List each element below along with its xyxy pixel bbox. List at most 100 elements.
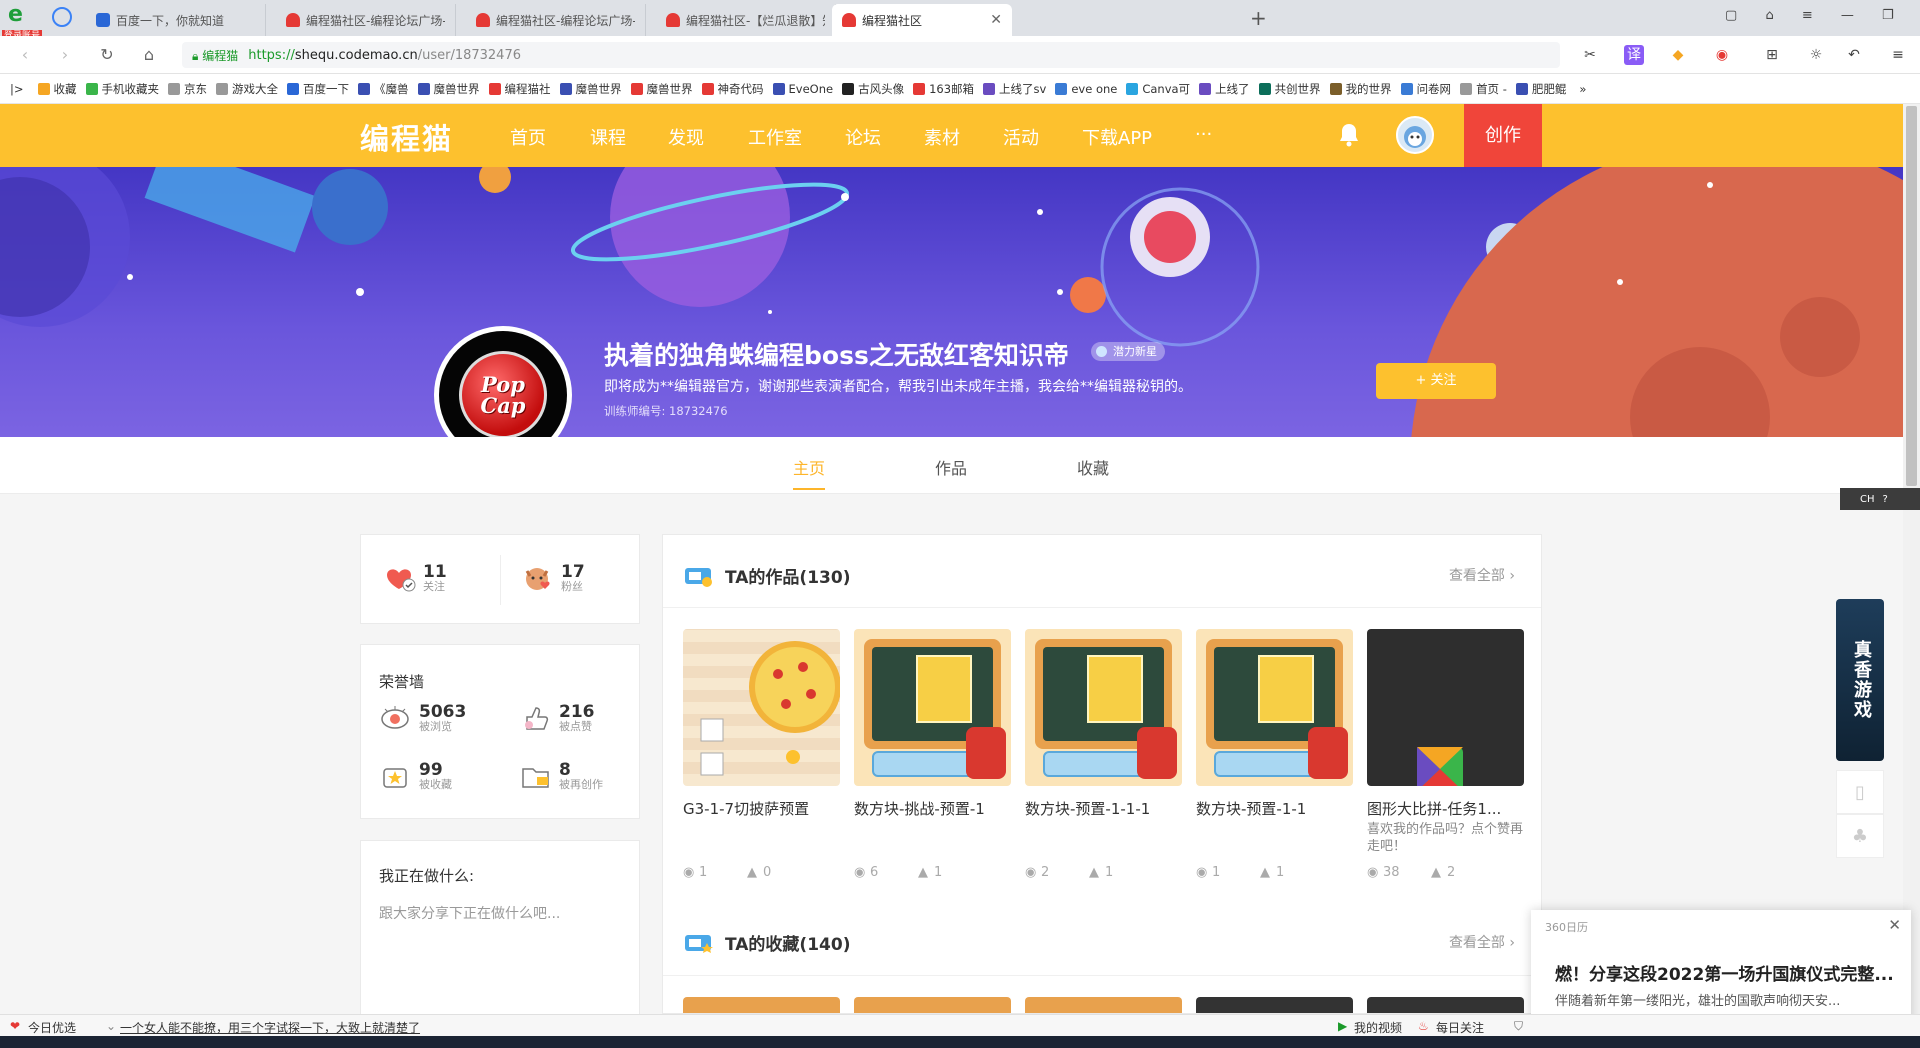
apps-icon[interactable]: ⊞ [1762,45,1782,65]
nav-item[interactable]: 课程 [590,124,626,150]
game-icon[interactable]: ◉ [1712,45,1732,65]
nav-item[interactable]: 发现 [668,124,704,150]
work-thumbnail[interactable] [1025,629,1182,786]
bookmark-item[interactable]: Canva可 [1126,81,1190,97]
bookmark-item[interactable]: 魔兽世界 [559,81,622,97]
bookmark-item[interactable]: 收藏 [37,81,77,97]
work-title[interactable]: 数方块-预置-1-1-1 [1025,798,1182,819]
maximize-button[interactable]: ❐ [1882,8,1894,23]
tab-count-icon[interactable]: ▢ [1725,8,1737,23]
nav-item[interactable]: 素材 [924,124,960,150]
work-title[interactable]: 数方块-挑战-预置-1 [854,798,1011,819]
work-card[interactable]: 数方块-预置-1-1-1 ◉ 2 ▲ 1 [1025,629,1182,880]
browser-logo-icon[interactable]: e [8,4,38,26]
minimize-button[interactable]: — [1841,8,1854,23]
shield-icon[interactable]: ◆ [1668,45,1688,65]
nav-item[interactable]: 工作室 [748,124,802,150]
work-title[interactable]: 数方块-预置-1-1 [1196,798,1353,819]
browser-tab[interactable]: 编程猫社区-编程论坛广场-编程 [276,4,456,36]
collection-thumb[interactable] [854,997,1011,1013]
nav-item[interactable]: 论坛 [845,124,881,150]
daily-follow-link[interactable]: 每日关注 [1436,1019,1484,1036]
tab-home[interactable]: 主页 [793,455,826,490]
close-tab-icon[interactable]: ✕ [990,12,1002,28]
collections-view-all-link[interactable]: 查看全部 › [1449,932,1515,952]
browser-tab[interactable]: 编程猫社区-【烂瓜退散】知识 [656,4,836,36]
work-title[interactable]: G3-1-7切披萨预置 [683,798,840,819]
popup-body[interactable]: 伴随着新年第一缕阳光，雄壮的国歌声响彻天安... [1555,990,1895,1009]
nav-item[interactable]: 下载APP [1082,124,1152,150]
browser-menu-icon[interactable]: ≡ [1888,45,1908,65]
help-icon[interactable]: ? [1883,494,1888,505]
my-video-link[interactable]: 我的视频 [1354,1019,1402,1036]
bookmark-item[interactable]: 魔兽世界 [630,81,693,97]
work-card[interactable]: 数方块-挑战-预置-1 ◉ 6 ▲ 1 [854,629,1011,880]
collection-thumb[interactable] [1367,997,1524,1013]
bookmark-item[interactable]: 我的世界 [1329,81,1392,97]
work-thumbnail[interactable] [1196,629,1353,786]
work-thumbnail[interactable] [854,629,1011,786]
work-card[interactable]: 数方块-预置-1-1 ◉ 1 ▲ 1 [1196,629,1353,880]
more-bookmarks-icon[interactable]: » [1579,82,1586,96]
browser-tab[interactable]: 编程猫社区-编程论坛广场-编程 [466,4,646,36]
url-field[interactable]: 🔒︎ 编程猫 https:// shequ.codemao.cn /user/1… [182,42,1560,68]
bookmark-item[interactable]: 问卷网 [1400,81,1451,97]
bookmark-item[interactable]: 百度一下 [287,81,349,97]
browser-tab[interactable]: 百度一下，你就知道 [86,4,266,36]
new-tab-button[interactable]: + [1250,6,1267,30]
collection-thumb[interactable] [683,997,840,1013]
bookmark-item[interactable]: EveOne [772,82,833,96]
scrollbar-thumb[interactable] [1906,106,1917,486]
browser-tab[interactable]: 编程猫社区 ✕ [832,4,1012,36]
bookmark-item[interactable]: eve one [1055,82,1117,96]
back-button[interactable]: ‹ [14,44,36,66]
follow-button[interactable]: + 关注 [1376,363,1496,399]
work-title[interactable]: 图形大比拼-任务1... [1367,798,1524,819]
bookmark-item[interactable]: 神奇代码 [701,81,764,97]
work-thumbnail[interactable] [1367,629,1524,786]
tab-collections[interactable]: 收藏 [1077,455,1109,479]
nav-item[interactable]: 活动 [1003,124,1039,150]
forward-button[interactable]: › [54,44,76,66]
bell-icon[interactable] [1337,122,1361,148]
navigation-icon[interactable] [52,7,72,27]
bookmark-item[interactable]: 京东 [168,81,207,97]
bookmark-item[interactable]: 首页 - [1460,81,1507,97]
chevron-down-icon[interactable]: ⌄ [106,1019,116,1033]
user-avatar[interactable] [1396,116,1434,154]
daily-picks-link[interactable]: 今日优选 [28,1019,76,1036]
collection-thumb[interactable] [1025,997,1182,1013]
close-icon[interactable]: ✕ [1888,916,1901,934]
bookmark-item[interactable]: 163邮箱 [913,81,974,97]
bookmark-item[interactable]: 魔兽世界 [417,81,480,97]
bookmark-item[interactable]: 上线了sv [983,81,1046,97]
sidebar-toggle-icon[interactable]: |> [10,82,24,96]
works-view-all-link[interactable]: 查看全部 › [1449,565,1515,585]
site-security-label[interactable]: 🔒︎ 编程猫 [192,47,238,64]
fans-stat[interactable]: 17 粉丝 [521,563,585,593]
bookmark-item[interactable]: 上线了 [1199,81,1250,97]
scissors-icon[interactable]: ✂ [1580,45,1600,65]
bookmark-item[interactable]: 肥肥鲲 [1515,81,1566,97]
site-logo[interactable]: 编程猫 [360,116,453,158]
shirt-icon[interactable]: ⌂ [1765,8,1773,23]
tab-works[interactable]: 作品 [935,455,967,479]
follow-stat[interactable]: 11 关注 [383,563,447,593]
translate-icon[interactable]: 译 [1624,45,1644,65]
home-button[interactable]: ⌂ [138,44,160,66]
calendar-popup[interactable]: 360日历 ✕ 燃！分享这段2022第一场升国旗仪式完整... 伴随着新年第一缕… [1531,910,1911,1030]
nav-item[interactable]: 首页 [510,124,546,150]
brightness-icon[interactable]: ☼ [1806,45,1826,65]
game-ad[interactable]: 真香游戏 [1836,599,1884,761]
collection-thumb[interactable] [1196,997,1353,1013]
create-button[interactable]: 创作 [1464,104,1542,167]
profile-badge[interactable]: 潜力新星 [1091,342,1165,361]
doing-input[interactable]: 跟大家分享下正在做什么吧... [379,903,560,923]
bookmark-item[interactable]: 游戏大全 [216,81,278,97]
ime-toolbar[interactable]: CH? [1840,488,1920,510]
undo-icon[interactable]: ↶ [1844,45,1864,65]
menu-icon[interactable]: ≡ [1802,8,1813,23]
popup-headline[interactable]: 燃！分享这段2022第一场升国旗仪式完整... [1555,960,1895,985]
bookmark-item[interactable]: 共创世界 [1258,81,1321,97]
news-ticker[interactable]: 一个女人能不能撩，用三个字试探一下，大致上就清楚了 [120,1019,420,1036]
